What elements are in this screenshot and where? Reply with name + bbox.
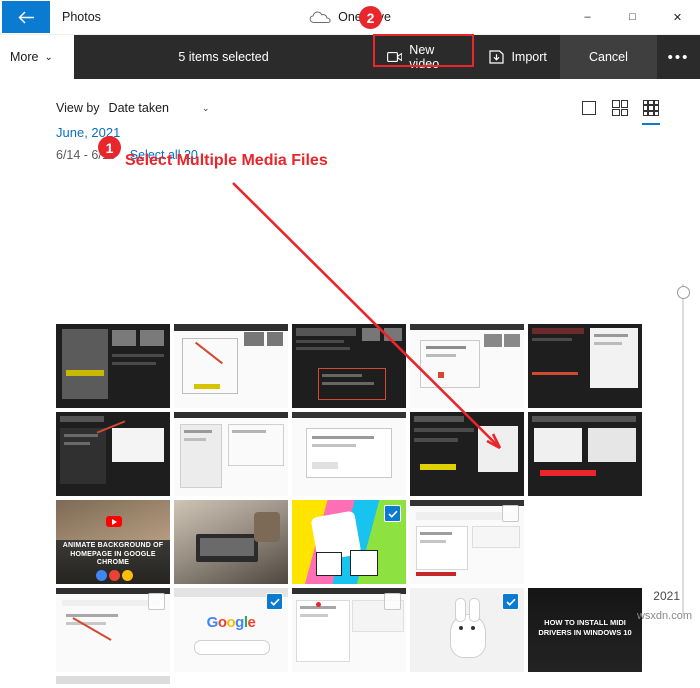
back-button[interactable] <box>2 1 50 33</box>
annotation-callout-text: Select Multiple Media Files <box>125 152 328 169</box>
check-icon <box>269 598 280 606</box>
photo-grid: ANIMATE BACKGROUND OF HOMEPAGE IN GOOGLE… <box>56 324 646 688</box>
cancel-button[interactable]: Cancel <box>559 35 658 79</box>
more-label: More <box>10 50 39 64</box>
import-icon <box>489 50 505 64</box>
selection-checkbox[interactable] <box>502 593 519 610</box>
content-area: View by Date taken ⌄ June, 2021 6/14 - 6… <box>0 79 700 684</box>
google-logo: Google <box>206 614 256 631</box>
thumb-screenshot-dark-1[interactable] <box>56 324 170 408</box>
annotation-box-new-video <box>373 34 474 67</box>
scrollbar-track[interactable] <box>682 284 684 614</box>
thumb-screenshot-light-4[interactable] <box>292 412 406 496</box>
chevron-down-icon[interactable]: ⌄ <box>202 103 210 114</box>
photo-grid-row: ANIMATE BACKGROUND OF HOMEPAGE IN GOOGLE… <box>56 500 646 584</box>
selection-checkbox[interactable] <box>148 593 165 610</box>
app-title: Photos <box>62 10 101 24</box>
title-bar: Photos OneDrive – □ ✕ <box>0 0 700 35</box>
view-by-label: View by <box>56 101 100 115</box>
thumb-screenshot-google[interactable]: Google <box>174 588 288 672</box>
import-label: Import <box>511 50 547 64</box>
selection-checkbox[interactable] <box>502 505 519 522</box>
minimize-button[interactable]: – <box>565 0 610 34</box>
photo-grid-row: Google HOW TO INSTALL MIDI DRIVERS IN WI… <box>56 588 646 672</box>
back-arrow-icon <box>17 10 34 24</box>
thumb-screenshot-light-5[interactable] <box>410 500 524 584</box>
cloud-icon <box>309 11 331 23</box>
thumb-screenshot-light-6[interactable] <box>56 588 170 672</box>
thumb-photo-midi-drivers[interactable]: HOW TO INSTALL MIDI DRIVERS IN WINDOWS 1… <box>528 588 642 672</box>
thumb-caption: ANIMATE BACKGROUND OF HOMEPAGE IN GOOGLE… <box>62 541 164 567</box>
selection-checkbox[interactable] <box>266 593 283 610</box>
photo-grid-row <box>56 324 646 408</box>
maximize-button[interactable]: □ <box>610 0 655 34</box>
check-icon <box>387 510 398 518</box>
more-button[interactable]: More ⌄ <box>0 35 74 79</box>
close-button[interactable]: ✕ <box>655 0 700 34</box>
chevron-down-icon: ⌄ <box>44 51 53 63</box>
single-photo-layout-icon[interactable] <box>580 99 598 117</box>
import-button[interactable]: Import <box>476 35 559 79</box>
medium-grid-layout-icon[interactable] <box>611 99 629 117</box>
thumb-screenshot-light-2[interactable] <box>410 324 524 408</box>
selection-count: 5 items selected <box>178 50 269 64</box>
thumb-caption: HOW TO INSTALL MIDI DRIVERS IN WINDOWS 1… <box>538 618 632 637</box>
overflow-menu-button[interactable]: ••• <box>657 35 700 79</box>
annotation-badge-2: 2 <box>359 6 382 29</box>
photo-grid-row-partial <box>56 676 646 684</box>
thumb-photo-laptop-desk[interactable] <box>174 500 288 584</box>
thumb-screenshot-light-7[interactable] <box>292 588 406 672</box>
thumb-screenshot-partial[interactable] <box>56 676 170 684</box>
thumb-screenshot-dark-5[interactable] <box>410 412 524 496</box>
selection-checkbox[interactable] <box>384 593 401 610</box>
thumb-screenshot-dark-3[interactable] <box>528 324 642 408</box>
thumb-screenshot-dark-2[interactable] <box>292 324 406 408</box>
thumb-screenshot-light-1[interactable] <box>174 324 288 408</box>
annotation-badge-1: 1 <box>98 136 121 159</box>
thumb-screenshot-dark-6[interactable] <box>528 412 642 496</box>
thumb-screenshot-dark-4[interactable] <box>56 412 170 496</box>
check-icon <box>505 598 516 606</box>
command-bar: More ⌄ 5 items selected New video Import… <box>0 35 700 79</box>
small-grid-layout-icon[interactable] <box>642 99 660 125</box>
photo-grid-row <box>56 412 646 496</box>
watermark: wsxdn.com <box>636 610 692 622</box>
thumb-screenshot-light-3[interactable] <box>174 412 288 496</box>
thumb-photo-rainbow-doodle[interactable] <box>292 500 406 584</box>
selection-checkbox[interactable] <box>384 505 401 522</box>
view-by-value[interactable]: Date taken <box>109 101 169 115</box>
window-controls: – □ ✕ <box>565 0 700 34</box>
layout-toggle-group <box>580 99 660 125</box>
thumb-photo-animate-background[interactable]: ANIMATE BACKGROUND OF HOMEPAGE IN GOOGLE… <box>56 500 170 584</box>
scrollbar-thumb[interactable] <box>677 286 690 299</box>
thumb-photo-rabbit[interactable] <box>410 588 524 672</box>
year-label: 2021 <box>653 589 680 603</box>
active-layout-underline <box>642 123 660 125</box>
